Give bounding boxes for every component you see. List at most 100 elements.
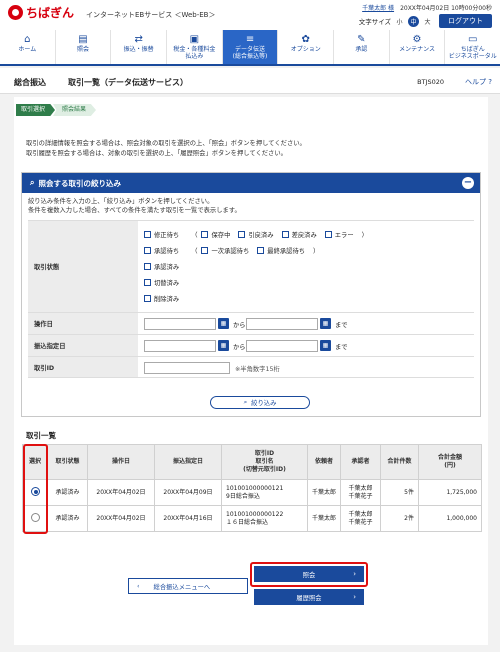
col-header: 取引状態 xyxy=(47,444,88,480)
intro-text: 取引の詳細情報を照会する場合は、照会対象の取引を選択の上、「照会」ボタンを押して… xyxy=(26,139,306,158)
checkbox[interactable] xyxy=(257,247,265,254)
calendar-icon[interactable]: ▦ xyxy=(218,318,229,329)
status-option[interactable]: 承認済み xyxy=(144,262,179,271)
nav-label: 税金・各種料金 払込み xyxy=(173,46,216,60)
checkbox[interactable] xyxy=(281,231,289,238)
transaction-table: 選択 取引状態 操作日 振込指定日 取引ID 取引名 (切替元取引ID) 依頼者… xyxy=(22,444,482,532)
nav-tax-payment[interactable]: ▣ 税金・各種料金 払込み xyxy=(167,30,223,64)
nav-home[interactable]: ⌂ ホーム xyxy=(0,30,56,64)
col-header: 合計金額 (円) xyxy=(418,444,482,480)
logo-mark-icon xyxy=(8,5,23,20)
nav-data-transmission[interactable]: ≡ データ伝送 (総合振込等) xyxy=(222,30,279,64)
nav-option[interactable]: ✿ オプション xyxy=(278,30,335,64)
collapse-button[interactable]: − xyxy=(462,177,474,189)
title-bar: 総合振込 取引一覧（データ伝送サービス） BTJS020 ヘルプ ? xyxy=(0,68,500,94)
status-option[interactable]: 一次承認待ち xyxy=(201,246,249,255)
id-row: 取引ID ※半角数字15桁 xyxy=(28,356,474,378)
col-header: 取引ID 取引名 (切替元取引ID) xyxy=(221,444,308,480)
checkbox[interactable] xyxy=(324,231,332,238)
list-title: 取引一覧 xyxy=(26,431,56,440)
nav-maintenance[interactable]: ⚙ メンテナンス xyxy=(390,30,446,64)
col-header: 操作日 xyxy=(87,444,155,480)
user-name-link[interactable]: 千葉太郎 様 xyxy=(362,3,394,12)
count-cell: 2件 xyxy=(380,505,419,532)
from-text: から xyxy=(233,322,246,329)
global-nav: ⌂ ホーム ▤ 照会 ⇄ 振込・振替 ▣ 税金・各種料金 払込み ≡ データ伝送 (総合振… xyxy=(0,30,500,66)
checkbox[interactable] xyxy=(144,263,151,270)
help-link[interactable]: ヘルプ ? xyxy=(465,77,492,87)
status-option[interactable]: 最終承認待ち xyxy=(257,246,305,255)
history-button[interactable]: 履歴照会 › xyxy=(254,589,364,605)
calendar-icon[interactable]: ▦ xyxy=(218,340,229,351)
nav-transfer[interactable]: ⇄ 振込・振替 xyxy=(111,30,168,64)
status-option[interactable]: 引戻済み xyxy=(238,230,274,239)
nav-label: ホーム xyxy=(18,46,37,53)
status-line-5: 削除済み xyxy=(144,294,187,303)
font-size-medium-button[interactable]: 中 xyxy=(408,15,419,27)
user-area: 千葉太郎 様 20XX年04月02日 10時00分00秒 xyxy=(362,3,492,12)
checkbox[interactable] xyxy=(201,247,209,254)
filter-button[interactable]: ⌕ 絞り込み xyxy=(210,396,310,409)
transfer-date-row: 振込指定日 ▦ から ▦ まで xyxy=(28,334,474,356)
op-date-label: 操作日 xyxy=(28,313,138,334)
page-title: 総合振込 xyxy=(14,78,46,87)
service-name: インターネットEBサービス ＜Web-EB＞ xyxy=(86,11,216,19)
checkbox[interactable] xyxy=(144,247,151,254)
bank-logo[interactable]: ちばぎん xyxy=(8,4,74,21)
status-option[interactable]: エラー xyxy=(324,230,354,239)
back-to-menu-button[interactable]: ‹ 総合振込メニューへ xyxy=(128,578,248,594)
checkbox[interactable] xyxy=(144,231,151,238)
checkbox-label: 引戻済み xyxy=(248,232,274,239)
logout-button[interactable]: ログアウト xyxy=(439,14,492,28)
paren: ） xyxy=(313,248,320,255)
transfer-date-label: 振込指定日 xyxy=(28,335,138,356)
calendar-icon[interactable]: ▦ xyxy=(320,318,331,329)
transfer-date-to-input[interactable] xyxy=(246,340,318,352)
checkbox-label: 切替済み xyxy=(154,280,180,287)
checkbox[interactable] xyxy=(144,295,151,302)
checkbox-label: 削除済み xyxy=(154,296,180,303)
calendar-icon[interactable]: ▦ xyxy=(320,340,331,351)
transaction-id-input[interactable] xyxy=(144,362,230,374)
checkbox-label: 保存中 xyxy=(211,232,231,239)
status-option[interactable]: 差戻済み xyxy=(281,230,317,239)
paren: ） xyxy=(361,232,368,239)
checkbox-label: 承認待ち xyxy=(154,248,180,255)
col-header: 承認者 xyxy=(340,444,381,480)
last-login: 20XX年04月02日 10時00分00秒 xyxy=(400,5,492,12)
filter-description: 絞り込み条件を入力の上、「絞り込み」ボタンを押してください。 条件を複数入力した… xyxy=(22,193,480,219)
nav-inquiry[interactable]: ▤ 照会 xyxy=(56,30,112,64)
document-icon: ▤ xyxy=(78,34,88,45)
content-panel: 取引選択 照会結果 取引の詳細情報を照会する場合は、照会対象の取引を選択の上、「… xyxy=(14,97,488,645)
selection-highlight xyxy=(23,444,48,534)
status-options: 修正待ち （ 保存中 引戻済み 差戻済み エラー ） 承認待ち （ 一次承認待ち… xyxy=(138,221,474,312)
checkbox-label: 差戻済み xyxy=(291,232,317,239)
status-option[interactable]: 保存中 xyxy=(201,230,230,239)
page-subtitle: 取引一覧（データ伝送サービス） xyxy=(68,78,188,87)
status-line-4: 切替済み xyxy=(144,278,187,287)
requester-cell: 千葉太郎 xyxy=(307,479,341,506)
checkbox-label: 一次承認待ち xyxy=(211,248,250,255)
status-row: 取引状態 修正待ち （ 保存中 引戻済み 差戻済み エラー ） 承認待ち （ 一… xyxy=(28,220,474,312)
home-icon: ⌂ xyxy=(24,34,31,45)
checkbox[interactable] xyxy=(201,231,209,238)
status-option[interactable]: 切替済み xyxy=(144,278,179,287)
filter-header[interactable]: ⌕ 照会する取引の絞り込み − xyxy=(22,173,480,193)
font-size-small-button[interactable]: 小 xyxy=(394,16,405,27)
op-date-from-input[interactable] xyxy=(144,318,216,330)
status-option[interactable]: 承認待ち xyxy=(144,246,179,255)
checkbox-label: 修正待ち xyxy=(154,232,180,239)
filter-section: ⌕ 照会する取引の絞り込み − 絞り込み条件を入力の上、「絞り込み」ボタンを押し… xyxy=(21,172,481,417)
transfer-date-from-input[interactable] xyxy=(144,340,216,352)
checkbox[interactable] xyxy=(238,231,246,238)
op-date-to-input[interactable] xyxy=(246,318,318,330)
step-indicator: 取引選択 照会結果 xyxy=(16,104,97,116)
font-size-large-button[interactable]: 大 xyxy=(422,16,433,27)
status-option[interactable]: 修正待ち xyxy=(144,230,179,239)
option-icon: ✿ xyxy=(301,34,310,45)
nav-business-portal[interactable]: ▭ ちばぎん ビジネスポータル xyxy=(445,30,500,64)
checkbox[interactable] xyxy=(144,279,151,286)
approver-cell: 千葉太郎 千葉花子 xyxy=(340,479,381,506)
nav-approval[interactable]: ✎ 承認 xyxy=(334,30,390,64)
status-option[interactable]: 削除済み xyxy=(144,294,179,303)
